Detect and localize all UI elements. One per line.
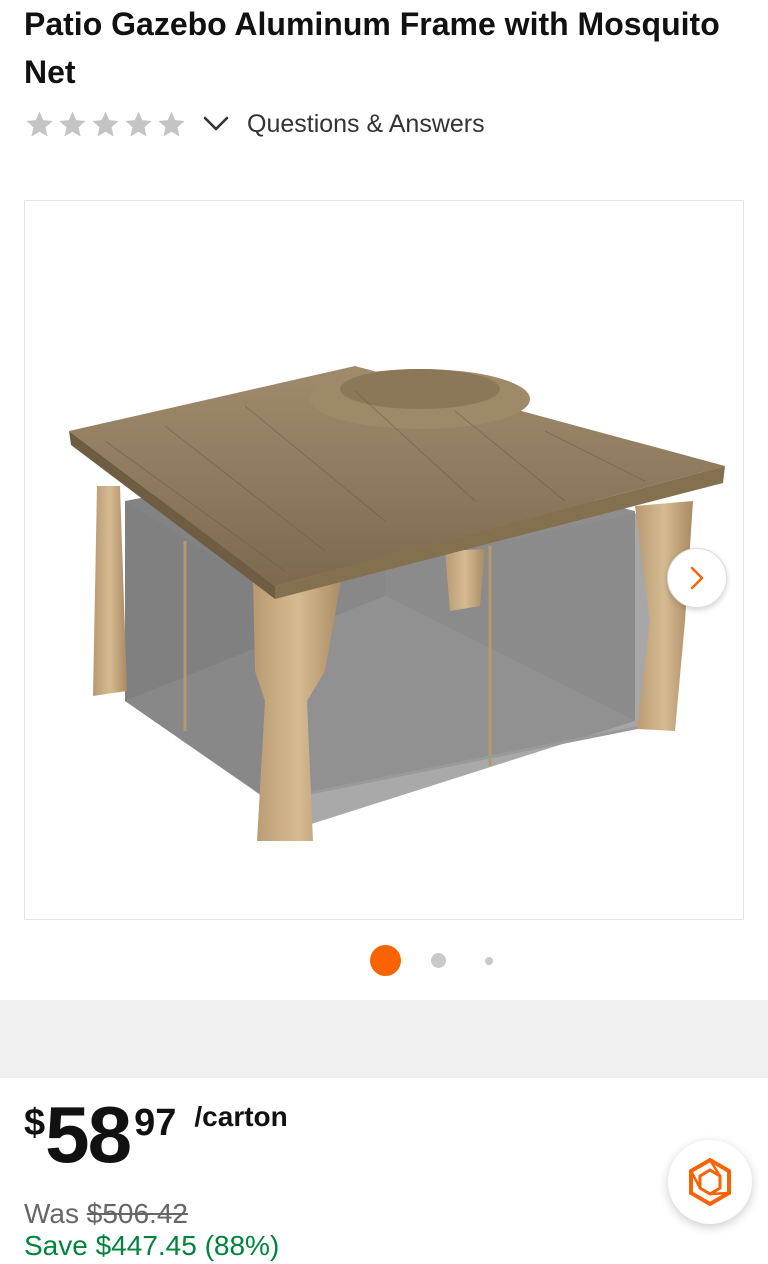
price-display: $ 58 97 /carton [24, 1095, 288, 1175]
price-unit: /carton [194, 1101, 288, 1132]
star-icon [26, 111, 53, 137]
was-label: Was [24, 1198, 79, 1229]
star-icon [92, 111, 119, 137]
pagination-dot-active[interactable] [370, 945, 401, 976]
price-cents: 97 [134, 1102, 177, 1144]
was-price-value: $506.42 [86, 1198, 188, 1229]
star-icon [158, 111, 185, 137]
star-icon [125, 111, 152, 137]
product-image-gallery[interactable] [24, 200, 744, 920]
chevron-down-icon[interactable] [201, 114, 231, 134]
star-rating[interactable] [24, 109, 187, 139]
section-divider [0, 1000, 768, 1078]
price-currency: $ [24, 1102, 46, 1144]
was-price: Was $506.42 [24, 1196, 188, 1232]
price-dollars: 58 [45, 1090, 132, 1179]
questions-answers-link[interactable]: Questions & Answers [247, 104, 485, 144]
next-image-button[interactable] [667, 548, 727, 608]
assistant-button[interactable] [668, 1140, 752, 1224]
pagination-dot[interactable] [431, 953, 446, 968]
pagination-dot[interactable] [485, 957, 493, 965]
product-title: Patio Gazebo Aluminum Frame with Mosquit… [24, 6, 720, 90]
chevron-right-icon [690, 566, 704, 590]
gazebo-product-image [69, 366, 725, 841]
star-icon [59, 111, 86, 137]
rating-row[interactable]: Questions & Answers [24, 104, 485, 144]
hexagon-assistant-icon [689, 1157, 731, 1207]
gallery-pagination [0, 945, 768, 976]
savings-text: Save $447.45 (88%) [24, 1230, 280, 1261]
